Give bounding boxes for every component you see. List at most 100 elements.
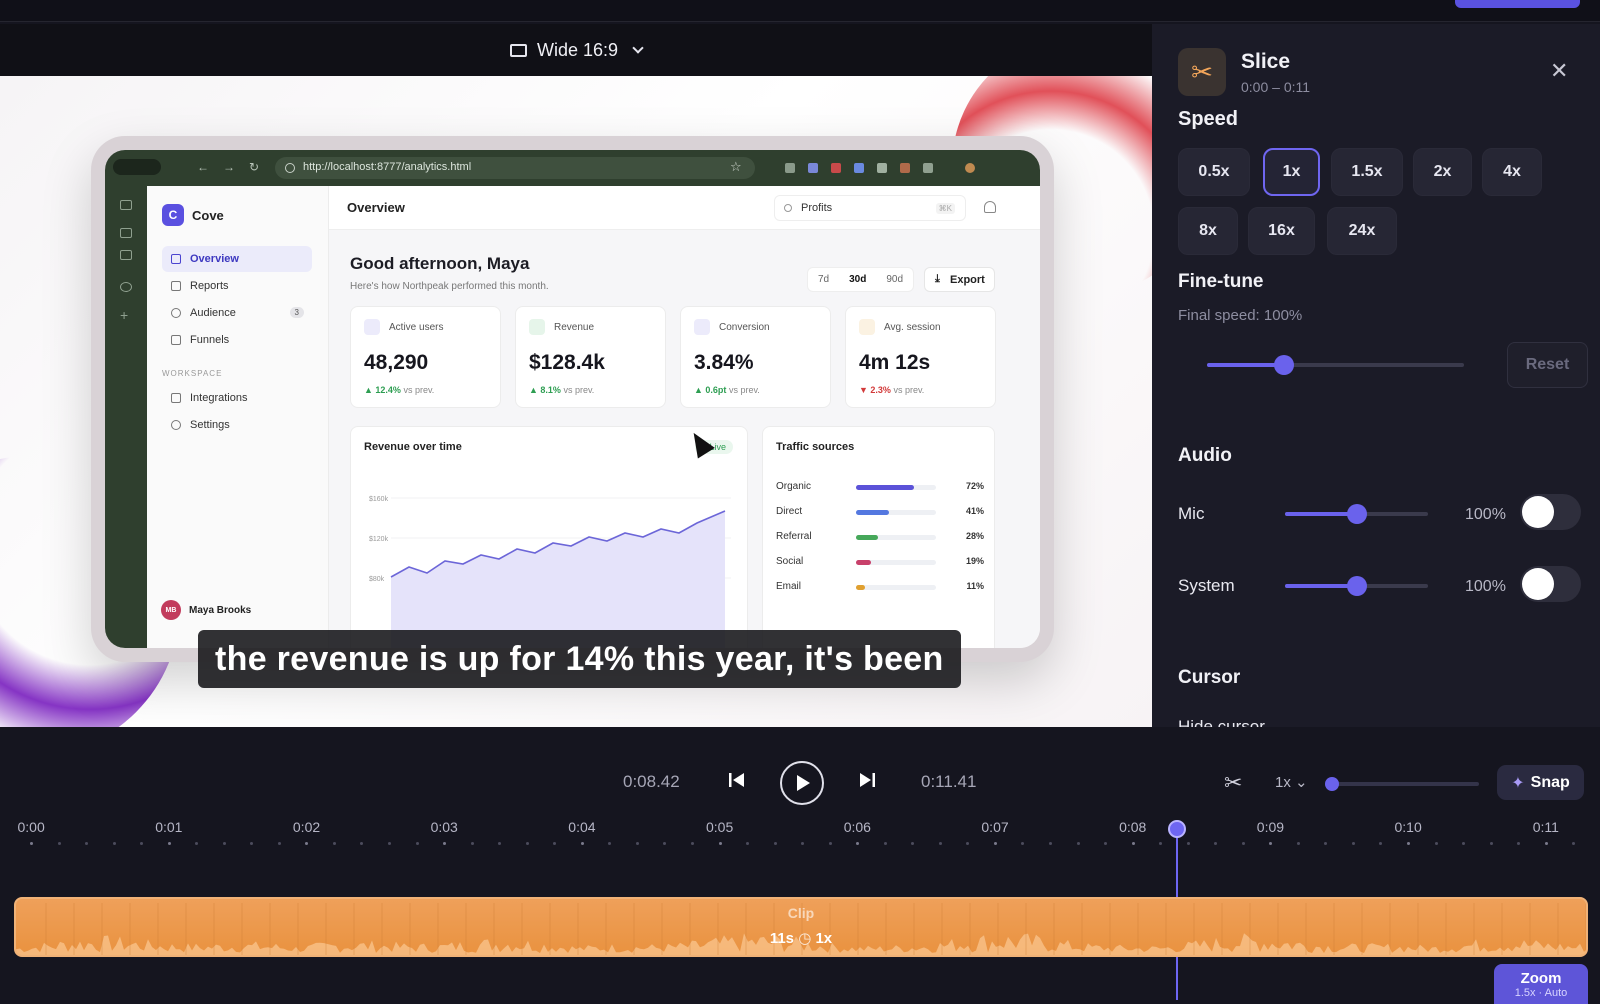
revenue-line-chart: $160k $120k $80k	[369, 496, 731, 648]
kpi-label: Conversion	[719, 322, 770, 333]
system-volume-slider[interactable]	[1285, 576, 1428, 596]
brand: C Cove	[162, 204, 224, 226]
app-search: Profits ⌘K	[774, 195, 966, 221]
greeting-subtitle: Here's how Northpeak performed this mont…	[350, 281, 549, 292]
tick-dot	[195, 842, 199, 845]
finetune-slider[interactable]	[1207, 355, 1464, 375]
kpi-card-active-users: Active users 48,290 ▲ 12.4% vs prev.	[350, 306, 501, 408]
bookmark-star-icon: ☆	[730, 159, 742, 174]
globe-icon	[120, 282, 132, 292]
timeline-zoom-select[interactable]: 1x ⌄	[1275, 773, 1308, 791]
timeline-ruler[interactable]: 0:00 0:01 0:02 0:03 0:04 0:05 0:06 0:07 0:08 0:09…	[0, 815, 1600, 855]
recorded-screen: ←→↻ http://localhost:8777/analytics.html…	[105, 150, 1040, 648]
extension-icon	[923, 163, 933, 173]
tick-dot	[1269, 842, 1273, 845]
timeline-clip[interactable]: Clip 11s ◷ 1x	[14, 897, 1588, 957]
timeline-zoom-slider[interactable]	[1325, 777, 1479, 791]
system-audio-toggle[interactable]	[1520, 566, 1581, 602]
user-name: Maya Brooks	[189, 604, 252, 616]
slider-knob[interactable]	[1346, 504, 1367, 524]
tick-label: 0:09	[1256, 819, 1285, 835]
slider-fill	[1207, 363, 1285, 367]
slider-knob[interactable]	[1346, 576, 1367, 596]
tick-dot	[1517, 842, 1521, 845]
slider-knob[interactable]	[1274, 355, 1295, 375]
tick-label: 0:03	[430, 819, 458, 835]
traffic-label: Direct	[776, 506, 803, 517]
export-video-button[interactable]	[1455, 0, 1580, 8]
reset-button[interactable]: Reset	[1507, 342, 1588, 388]
tick-dot	[415, 842, 419, 845]
mic-toggle[interactable]	[1520, 494, 1581, 530]
tick-dot	[1241, 842, 1245, 845]
kpi-card-conversion: Conversion 3.84% ▲ 0.6pt vs prev.	[680, 306, 831, 408]
traffic-row: Email 11%	[776, 581, 984, 595]
tick-dot	[305, 842, 309, 845]
skip-back-icon[interactable]	[728, 772, 746, 788]
search-value: Profits	[801, 202, 833, 214]
speed-option-0.5x[interactable]: 0.5x	[1178, 148, 1250, 196]
speed-option-8x[interactable]: 8x	[1178, 207, 1238, 255]
speed-option-4x[interactable]: 4x	[1482, 148, 1542, 196]
kpi-value: 3.84%	[694, 351, 754, 374]
tick-label: 0:01	[155, 819, 183, 835]
speed-option-1x[interactable]: 1x	[1263, 148, 1320, 196]
mic-volume-slider[interactable]	[1285, 504, 1428, 524]
subtitle-caption[interactable]: the revenue is up for 14% this year, it'…	[198, 630, 961, 688]
nav-item-overview: Overview	[162, 246, 312, 272]
nav-item-audience: Audience 3	[162, 300, 312, 326]
tick-dot	[718, 842, 722, 845]
tick-dot	[112, 842, 116, 845]
kpi-delta: ▲ 8.1% vs prev.	[529, 385, 595, 395]
zoom-segment[interactable]: Zoom 1.5x · Auto	[1494, 964, 1588, 1004]
chevron-down-icon: ⌄	[1295, 774, 1308, 791]
magic-wand-icon: ✦	[1511, 774, 1525, 792]
speed-option-1.5x[interactable]: 1.5x	[1331, 148, 1403, 196]
speed-option-16x[interactable]: 16x	[1248, 207, 1315, 255]
close-icon[interactable]: ✕	[1550, 58, 1568, 84]
play-button[interactable]	[780, 761, 824, 805]
tick-dot	[856, 842, 860, 845]
slider-knob[interactable]	[1325, 777, 1339, 791]
section-label: WORKSPACE	[162, 369, 223, 378]
transport-bar: 0:08.42 0:11.41 ✂ 1x ⌄ ✦ Snap	[0, 745, 1600, 815]
preview-canvas[interactable]: ←→↻ http://localhost:8777/analytics.html…	[0, 76, 1152, 727]
extension-icon	[785, 163, 795, 173]
tick-dot	[773, 842, 777, 845]
traffic-row: Social 19%	[776, 556, 984, 570]
tick-label: 0:10	[1394, 819, 1422, 835]
traffic-label: Social	[776, 556, 804, 567]
tick-label: 0:11	[1532, 819, 1559, 835]
aspect-ratio-selector[interactable]: Wide 16:9	[0, 24, 1152, 76]
traffic-pct: 19%	[965, 556, 984, 566]
play-icon	[797, 775, 810, 791]
chart-icon	[171, 281, 181, 291]
menu-icon	[120, 200, 132, 210]
hide-cursor-label: Hide cursor	[1178, 717, 1265, 727]
kpi-value: 48,290	[364, 351, 429, 374]
user-icon	[171, 308, 181, 318]
tick-dot	[525, 842, 529, 845]
brand-logo-icon: C	[162, 204, 184, 226]
tick-label: 0:06	[843, 819, 871, 835]
panel-title: Slice	[1241, 50, 1291, 73]
profile-icon	[965, 163, 975, 173]
speed-option-24x[interactable]: 24x	[1327, 207, 1397, 255]
split-scissors-icon[interactable]: ✂	[1224, 770, 1242, 796]
skip-forward-icon[interactable]	[858, 772, 876, 788]
nav-item-label: Audience	[190, 307, 236, 319]
tick-label: 0:07	[981, 819, 1009, 835]
chevron-down-icon	[632, 41, 644, 54]
tick-dot	[332, 842, 336, 845]
playhead-handle[interactable]	[1168, 820, 1186, 838]
snap-button[interactable]: ✦ Snap	[1497, 765, 1584, 800]
app-export-button: ⤓ Export	[924, 267, 995, 292]
extension-icon	[877, 163, 887, 173]
toggle-knob	[1522, 496, 1554, 528]
nav-item-label: Funnels	[190, 334, 230, 346]
speed-option-2x[interactable]: 2x	[1413, 148, 1472, 196]
app-sidebar: C Cove Overview Reports Audience 3 Funne…	[147, 186, 329, 648]
tick-dot	[1434, 842, 1438, 845]
grid-icon	[171, 254, 181, 264]
traffic-row: Direct 41%	[776, 506, 984, 520]
